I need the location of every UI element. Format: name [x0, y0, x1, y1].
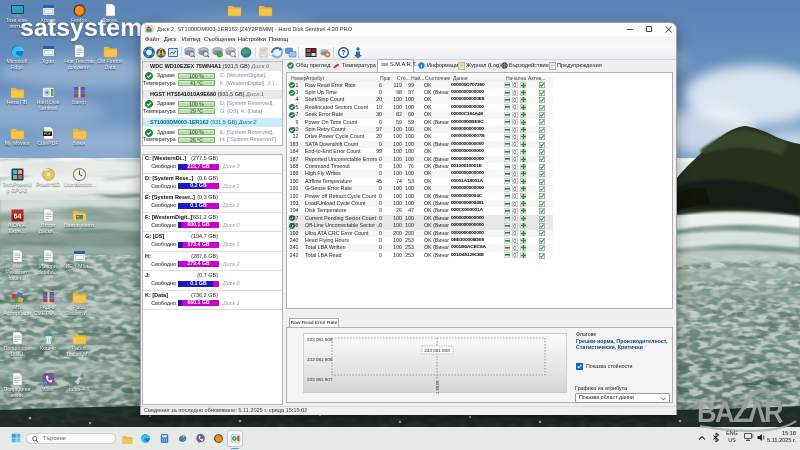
svg-text:64: 64 — [14, 214, 22, 221]
svg-text:233 081 808: 233 081 808 — [424, 348, 450, 353]
svg-text:5.11.2025: 5.11.2025 — [435, 380, 440, 394]
svg-text:?: ? — [341, 50, 345, 57]
svg-text:PDF: PDF — [44, 132, 52, 136]
